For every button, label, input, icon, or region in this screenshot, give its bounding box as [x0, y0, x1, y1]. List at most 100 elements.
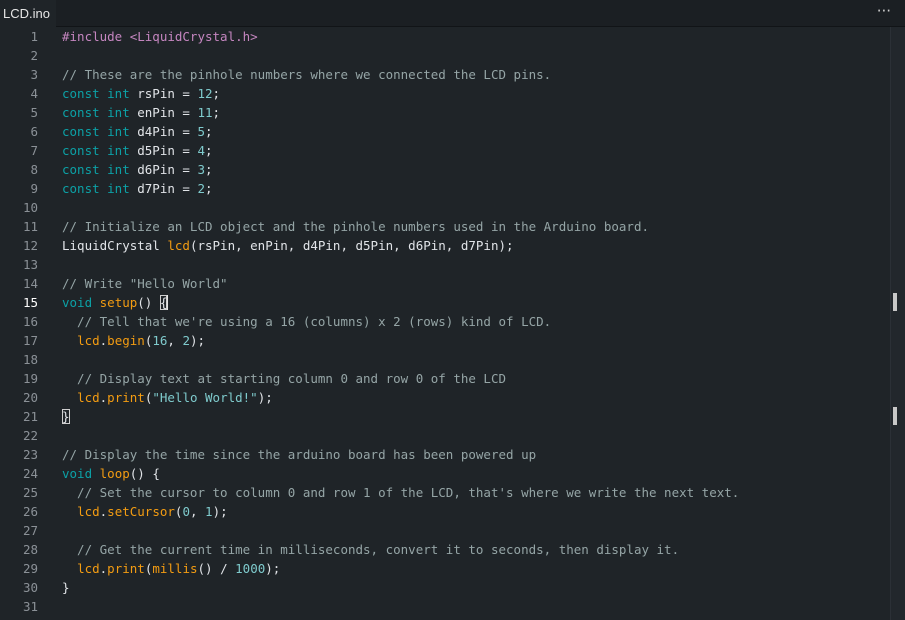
- code-token: const int: [62, 181, 130, 196]
- code-line[interactable]: 3 // These are the pinhole numbers where …: [0, 65, 890, 84]
- code-token: 16: [152, 333, 168, 348]
- tab-lcd-ino[interactable]: LCD.ino: [0, 0, 56, 27]
- scrollbar-marker: [893, 407, 897, 425]
- code-token: void: [62, 466, 93, 481]
- code-text: void loop() {: [62, 464, 160, 483]
- code-text: // Write "Hello World": [62, 274, 228, 293]
- code-token: // Tell that we're using a 16 (columns) …: [62, 314, 552, 329]
- line-number: 8: [30, 162, 38, 177]
- code-line[interactable]: 1 #include <LiquidCrystal.h>: [0, 27, 890, 46]
- code-token: lcd: [77, 561, 100, 576]
- code-token: // Initialize an LCD object and the pinh…: [62, 219, 649, 234]
- code-token: () /: [197, 561, 236, 576]
- line-number: 24: [22, 466, 38, 481]
- code-line[interactable]: 21}: [0, 407, 890, 426]
- code-line[interactable]: 8 const int d6Pin = 3;: [0, 160, 890, 179]
- code-token: }: [62, 580, 70, 595]
- code-token: LiquidCrystal: [62, 238, 168, 253]
- more-options-icon[interactable]: ···: [877, 2, 891, 22]
- code-token: 3: [197, 162, 205, 177]
- code-line[interactable]: 25 // Set the cursor to column 0 and row…: [0, 483, 890, 502]
- code-line[interactable]: 7 const int d5Pin = 4;: [0, 141, 890, 160]
- code-token: ;: [212, 105, 221, 120]
- line-number: 30: [22, 580, 38, 595]
- code-token: () {: [129, 466, 160, 481]
- code-line[interactable]: 29 lcd.print(millis() / 1000);: [0, 559, 890, 578]
- code-text: // Display the time since the arduino bo…: [62, 445, 536, 464]
- line-number: 17: [22, 333, 38, 348]
- code-token: 0: [182, 504, 190, 519]
- code-line[interactable]: 23 // Display the time since the arduino …: [0, 445, 890, 464]
- code-line[interactable]: 12 LiquidCrystal lcd(rsPin, enPin, d4Pin,…: [0, 236, 890, 255]
- code-line[interactable]: 31: [0, 597, 890, 616]
- code-token: // Set the cursor to column 0 and row 1 …: [62, 485, 740, 500]
- text-cursor: [167, 295, 169, 310]
- code-line[interactable]: 4 const int rsPin = 12;: [0, 84, 890, 103]
- code-token: // Write "Hello World": [62, 276, 228, 291]
- code-token: lcd: [77, 390, 100, 405]
- code-text: // Get the current time in milliseconds,…: [62, 540, 679, 559]
- code-token: ,: [167, 333, 183, 348]
- code-line[interactable]: 17 lcd.begin(16, 2);: [0, 331, 890, 350]
- code-line[interactable]: 11 // Initialize an LCD object and the pi…: [0, 217, 890, 236]
- line-number: 10: [22, 200, 38, 215]
- line-number: 29: [22, 561, 38, 576]
- line-number: 4: [30, 86, 38, 101]
- code-line[interactable]: 10: [0, 198, 890, 217]
- code-line[interactable]: 28 // Get the current time in millisecon…: [0, 540, 890, 559]
- code-line[interactable]: 22: [0, 426, 890, 445]
- code-token: lcd: [77, 504, 100, 519]
- line-number: 23: [22, 447, 38, 462]
- code-line[interactable]: 6 const int d4Pin = 5;: [0, 122, 890, 141]
- code-token: setup: [99, 295, 138, 310]
- code-line[interactable]: 19 // Display text at starting column 0 …: [0, 369, 890, 388]
- code-token: const int: [62, 143, 130, 158]
- code-line[interactable]: 26 lcd.setCursor(0, 1);: [0, 502, 890, 521]
- code-line[interactable]: 13: [0, 255, 890, 274]
- scrollbar-marker: [893, 293, 897, 311]
- code-line[interactable]: 16 // Tell that we're using a 16 (column…: [0, 312, 890, 331]
- code-token: // Display text at starting column 0 and…: [62, 371, 507, 386]
- code-line[interactable]: 9 const int d7Pin = 2;: [0, 179, 890, 198]
- code-line[interactable]: 14 // Write "Hello World": [0, 274, 890, 293]
- code-token: enPin =: [129, 105, 198, 120]
- line-number: 28: [22, 542, 38, 557]
- line-number: 15: [22, 295, 38, 310]
- code-editor[interactable]: 1 #include <LiquidCrystal.h> 2 3// These ar…: [0, 27, 890, 620]
- code-line[interactable]: 15 void setup() {: [0, 293, 890, 312]
- tab-title: LCD.ino: [3, 6, 50, 21]
- code-token: 1000: [235, 561, 266, 576]
- code-line[interactable]: 2: [0, 46, 890, 65]
- code-token: print: [107, 390, 145, 405]
- code-line[interactable]: 24 void loop() {: [0, 464, 890, 483]
- line-number: 22: [22, 428, 38, 443]
- code-line[interactable]: 5 const int enPin = 11;: [0, 103, 890, 122]
- code-line[interactable]: 18: [0, 350, 890, 369]
- line-number: 2: [30, 48, 38, 63]
- code-token: // Get the current time in milliseconds,…: [62, 542, 680, 557]
- code-token: ;: [205, 143, 213, 158]
- code-text: lcd.print("Hello World!");: [62, 388, 273, 407]
- code-text: // Initialize an LCD object and the pinh…: [62, 217, 649, 236]
- code-line[interactable]: 30}: [0, 578, 890, 597]
- line-number: 18: [22, 352, 38, 367]
- code-token: d7Pin =: [129, 181, 198, 196]
- code-token: 4: [197, 143, 205, 158]
- code-token: millis: [152, 561, 198, 576]
- code-token: (): [137, 295, 160, 310]
- code-token: ;: [205, 124, 213, 139]
- vertical-scrollbar[interactable]: [890, 27, 905, 620]
- code-line[interactable]: 27: [0, 521, 890, 540]
- code-text: // Set the cursor to column 0 and row 1 …: [62, 483, 739, 502]
- code-token: );: [257, 390, 273, 405]
- line-number: 3: [30, 67, 38, 82]
- code-token: const int: [62, 162, 130, 177]
- code-line[interactable]: 20 lcd.print("Hello World!");: [0, 388, 890, 407]
- code-token: 5: [197, 124, 205, 139]
- code-text: lcd.begin(16, 2);: [62, 331, 205, 350]
- line-number: 27: [22, 523, 38, 538]
- code-text: }: [62, 578, 70, 597]
